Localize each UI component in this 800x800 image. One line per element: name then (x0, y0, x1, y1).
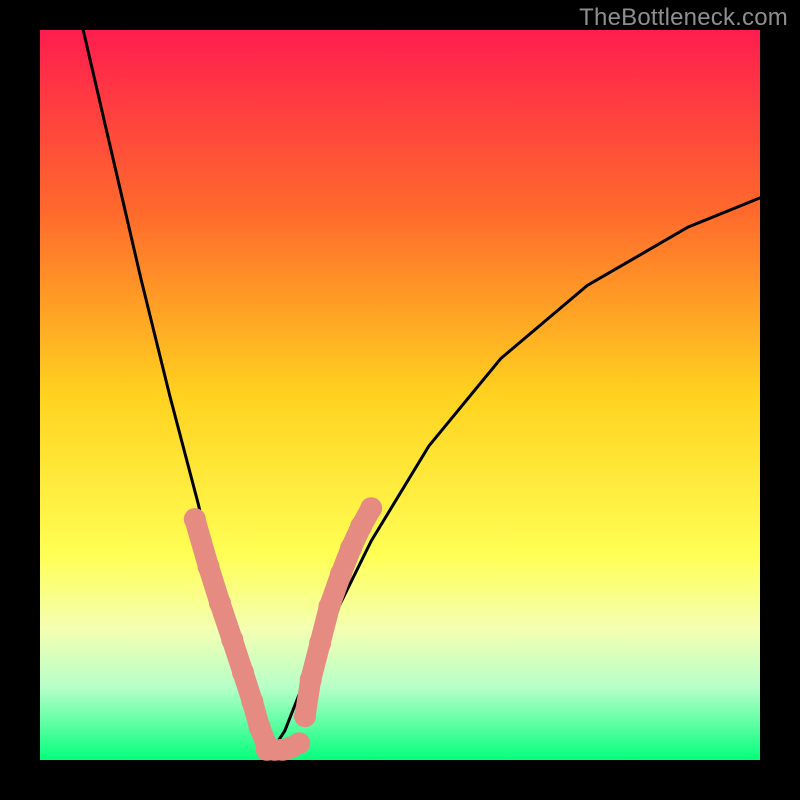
gradient-background (40, 30, 760, 760)
chart-svg (0, 0, 800, 800)
watermark-text: TheBottleneck.com (579, 4, 788, 32)
chart-canvas: TheBottleneck.com (0, 0, 800, 800)
